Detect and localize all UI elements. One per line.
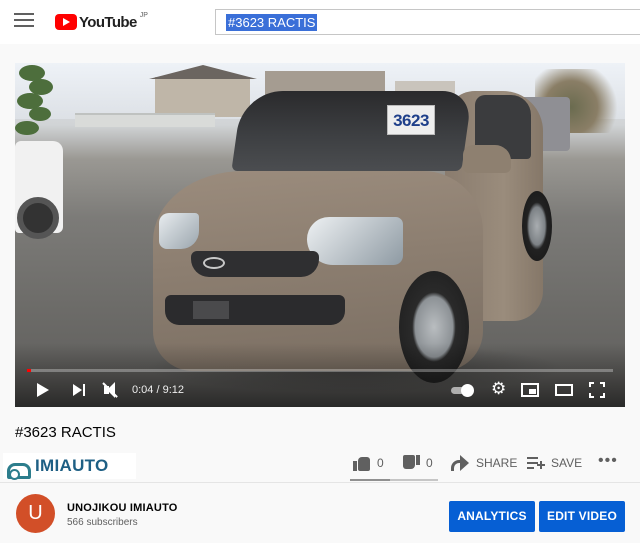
video-frame-white-car bbox=[15, 141, 63, 239]
time-display: 0:04 / 9:12 bbox=[132, 384, 184, 396]
masthead: YouTube JP #3623 RACTIS bbox=[0, 0, 640, 44]
share-button[interactable]: SHARE bbox=[450, 453, 517, 473]
watermark-text: IMIAUTO bbox=[35, 456, 109, 475]
channel-name[interactable]: UNOJIKOU IMIAUTO bbox=[67, 502, 178, 514]
car-bumper bbox=[165, 295, 345, 325]
car-license-plate bbox=[193, 301, 229, 319]
car-windshield bbox=[231, 91, 473, 171]
video-title: #3623 RACTIS bbox=[15, 424, 116, 441]
player-controls: 0:04 / 9:12 ⚙ bbox=[15, 375, 625, 405]
progress-bar-fill bbox=[27, 369, 32, 372]
divider bbox=[0, 482, 640, 483]
sentiment-bar bbox=[350, 479, 438, 481]
share-label: SHARE bbox=[476, 456, 518, 470]
settings-gear-icon[interactable]: ⚙ bbox=[491, 380, 509, 398]
save-label: SAVE bbox=[551, 456, 583, 470]
next-icon[interactable] bbox=[73, 381, 87, 399]
menu-icon[interactable] bbox=[14, 13, 34, 29]
dislike-button[interactable]: 0 bbox=[402, 453, 433, 473]
car-logo-icon bbox=[5, 455, 31, 480]
play-logo-icon bbox=[55, 14, 77, 30]
like-count: 0 bbox=[377, 456, 384, 470]
channel-avatar[interactable]: U bbox=[16, 494, 55, 533]
playlist-add-icon bbox=[527, 456, 545, 470]
logo-region: JP bbox=[139, 12, 148, 19]
share-arrow-icon bbox=[450, 455, 470, 471]
analytics-button[interactable]: ANALYTICS bbox=[449, 501, 535, 532]
edit-video-button[interactable]: EDIT VIDEO bbox=[539, 501, 625, 532]
car-headlight-right bbox=[307, 217, 403, 265]
car-rear-wheel bbox=[522, 191, 552, 261]
fullscreen-icon[interactable] bbox=[589, 382, 605, 398]
action-bar: 0 0 SHARE SAVE ••• bbox=[350, 447, 640, 481]
more-options-icon[interactable]: ••• bbox=[598, 451, 618, 471]
video-player[interactable]: 3623 0:04 / 9:12 ⚙ bbox=[15, 63, 625, 407]
video-frame-fence bbox=[75, 113, 215, 127]
imiauto-watermark: IMIAUTO bbox=[3, 453, 136, 480]
save-button[interactable]: SAVE bbox=[527, 453, 582, 473]
miniplayer-icon[interactable] bbox=[521, 383, 539, 397]
subscriber-count: 566 subscribers bbox=[67, 517, 138, 528]
thumbs-down-icon bbox=[402, 455, 420, 471]
search-query: #3623 RACTIS bbox=[226, 14, 318, 31]
progress-bar[interactable] bbox=[27, 369, 613, 372]
logo-wordmark: YouTube bbox=[79, 13, 137, 31]
car-mirror bbox=[463, 145, 511, 173]
muted-volume-icon[interactable] bbox=[102, 381, 123, 399]
car-headlight-left bbox=[159, 213, 199, 249]
like-button[interactable]: 0 bbox=[353, 453, 384, 473]
thumbs-up-icon bbox=[353, 455, 371, 471]
windshield-number-sign: 3623 bbox=[387, 105, 435, 135]
theater-mode-icon[interactable] bbox=[555, 384, 573, 396]
youtube-logo[interactable]: YouTube JP bbox=[55, 11, 148, 33]
autoplay-toggle[interactable] bbox=[451, 384, 475, 397]
dislike-count: 0 bbox=[426, 456, 433, 470]
search-input[interactable]: #3623 RACTIS bbox=[215, 9, 640, 35]
play-icon[interactable] bbox=[37, 383, 49, 397]
car-emblem bbox=[203, 257, 225, 269]
